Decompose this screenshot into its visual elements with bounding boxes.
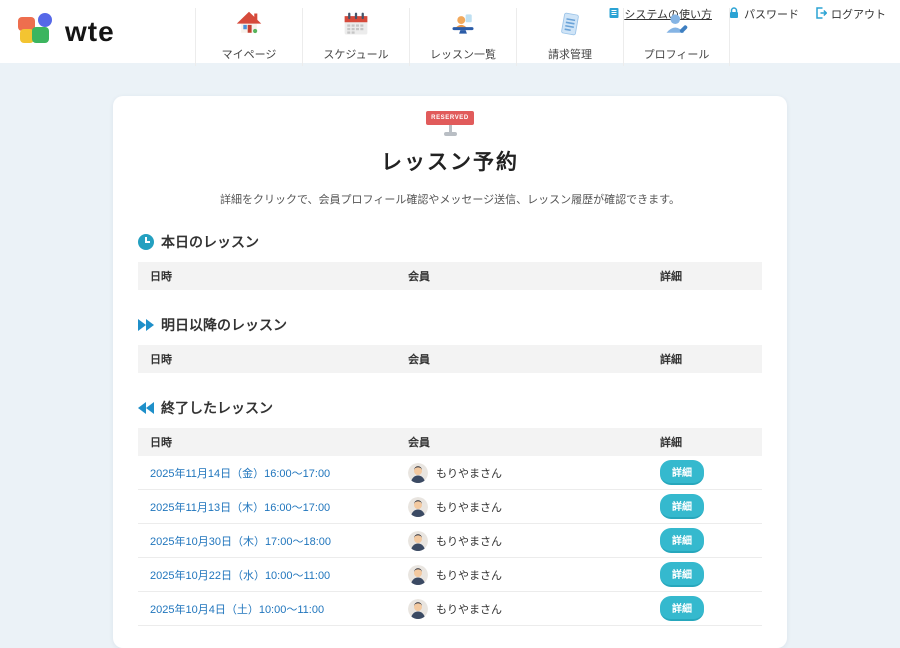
profile-icon [663, 10, 691, 43]
section-title: 本日のレッスン [161, 232, 259, 252]
nav-item-lesson-list[interactable]: レッスン一覧 [409, 8, 516, 66]
lesson-date-link[interactable]: 2025年11月13日（木）16:00～17:00 [150, 502, 330, 514]
nav-label-schedule: スケジュール [323, 46, 388, 62]
nav-label-lesson-list: レッスン一覧 [430, 46, 496, 62]
forward-icon [138, 317, 154, 333]
member-name: もりやまさん [436, 499, 502, 515]
member-avatar [408, 463, 428, 483]
lesson-date-link[interactable]: 2025年10月22日（水）10:00～11:00 [150, 570, 330, 582]
table-body: 2025年11月14日（金）16:00～17:00 もりやまさん 詳細 2025… [138, 456, 762, 626]
lesson-date-link[interactable]: 2025年11月14日（金）16:00～17:00 [150, 468, 330, 480]
lesson-section: 明日以降のレッスン 日時 会員 詳細 [138, 315, 762, 373]
lesson-date-link[interactable]: 2025年10月4日（土）10:00～11:00 [150, 604, 324, 616]
billing-icon [556, 10, 584, 43]
section-title: 明日以降のレッスン [161, 315, 287, 335]
logo-icon [18, 12, 56, 51]
logo-text: wte [65, 18, 115, 46]
table-row: 2025年11月14日（金）16:00～17:00 もりやまさん 詳細 [138, 456, 762, 490]
nav-label-billing: 請求管理 [548, 46, 592, 62]
password-label: パスワード [744, 6, 799, 22]
member-avatar [408, 565, 428, 585]
reserved-sign-text: RESERVED [426, 111, 474, 125]
section-header: 終了したレッスン [138, 398, 762, 418]
page-body: RESERVED レッスン予約 詳細をクリックで、会員プロフィール確認やメッセー… [0, 63, 900, 648]
logo[interactable]: wte [18, 12, 115, 51]
col-detail: 詳細 [660, 434, 750, 450]
detail-button[interactable]: 詳細 [660, 460, 704, 485]
page-description: 詳細をクリックで、会員プロフィール確認やメッセージ送信、レッスン履歴が確認できま… [138, 191, 762, 207]
table-header: 日時 会員 詳細 [138, 428, 762, 456]
col-datetime: 日時 [150, 434, 408, 450]
col-detail: 詳細 [660, 351, 750, 367]
detail-button[interactable]: 詳細 [660, 494, 704, 519]
col-member: 会員 [408, 268, 660, 284]
table-row: 2025年10月22日（水）10:00～11:00 もりやまさん 詳細 [138, 558, 762, 592]
member-avatar [408, 599, 428, 619]
logout-label: ログアウト [831, 6, 886, 22]
lesson-section: 終了したレッスン 日時 会員 詳細 2025年11月14日（金）16:00～17… [138, 398, 762, 626]
nav-label-profile: プロフィール [644, 46, 710, 62]
table-header: 日時 会員 詳細 [138, 262, 762, 290]
table-row: 2025年10月4日（土）10:00～11:00 もりやまさん 詳細 [138, 592, 762, 626]
col-datetime: 日時 [150, 351, 408, 367]
logout-link[interactable]: ログアウト [815, 6, 886, 22]
password-link[interactable]: パスワード [728, 6, 799, 22]
col-datetime: 日時 [150, 268, 408, 284]
table-row: 2025年10月30日（木）17:00～18:00 もりやまさん 詳細 [138, 524, 762, 558]
lesson-date-link[interactable]: 2025年10月30日（木）17:00～18:00 [150, 536, 331, 548]
page-title: レッスン予約 [138, 146, 762, 176]
member-name: もりやまさん [436, 601, 502, 617]
nav-item-mypage[interactable]: マイページ [195, 8, 302, 66]
detail-button[interactable]: 詳細 [660, 528, 704, 553]
reservation-card: RESERVED レッスン予約 詳細をクリックで、会員プロフィール確認やメッセー… [113, 96, 787, 648]
member-name: もりやまさん [436, 465, 502, 481]
col-member: 会員 [408, 351, 660, 367]
clock-icon [138, 234, 154, 250]
home-icon [235, 10, 263, 43]
table-row: 2025年11月13日（木）16:00～17:00 もりやまさん 詳細 [138, 490, 762, 524]
main-nav: マイページ スケジュール [195, 8, 730, 66]
detail-button[interactable]: 詳細 [660, 562, 704, 587]
nav-item-billing[interactable]: 請求管理 [516, 8, 623, 66]
table-header: 日時 会員 詳細 [138, 345, 762, 373]
header: wte システムの使い方 パスワード [0, 0, 900, 63]
nav-item-schedule[interactable]: スケジュール [302, 8, 409, 66]
member-name: もりやまさん [436, 533, 502, 549]
section-header: 本日のレッスン [138, 232, 762, 252]
lesson-sections: 本日のレッスン 日時 会員 詳細 明日以降のレッスン 日時 会員 詳細 終了した… [138, 232, 762, 626]
reserved-sign-icon: RESERVED [138, 111, 762, 136]
lesson-section: 本日のレッスン 日時 会員 詳細 [138, 232, 762, 290]
section-header: 明日以降のレッスン [138, 315, 762, 335]
lesson-list-icon [449, 10, 477, 43]
nav-item-profile[interactable]: プロフィール [623, 8, 730, 66]
col-detail: 詳細 [660, 268, 750, 284]
nav-label-mypage: マイページ [222, 46, 277, 62]
logout-icon [815, 7, 827, 22]
member-avatar [408, 497, 428, 517]
col-member: 会員 [408, 434, 660, 450]
member-name: もりやまさん [436, 567, 502, 583]
member-avatar [408, 531, 428, 551]
rewind-icon [138, 400, 154, 416]
section-title: 終了したレッスン [161, 398, 273, 418]
calendar-icon [342, 10, 370, 43]
